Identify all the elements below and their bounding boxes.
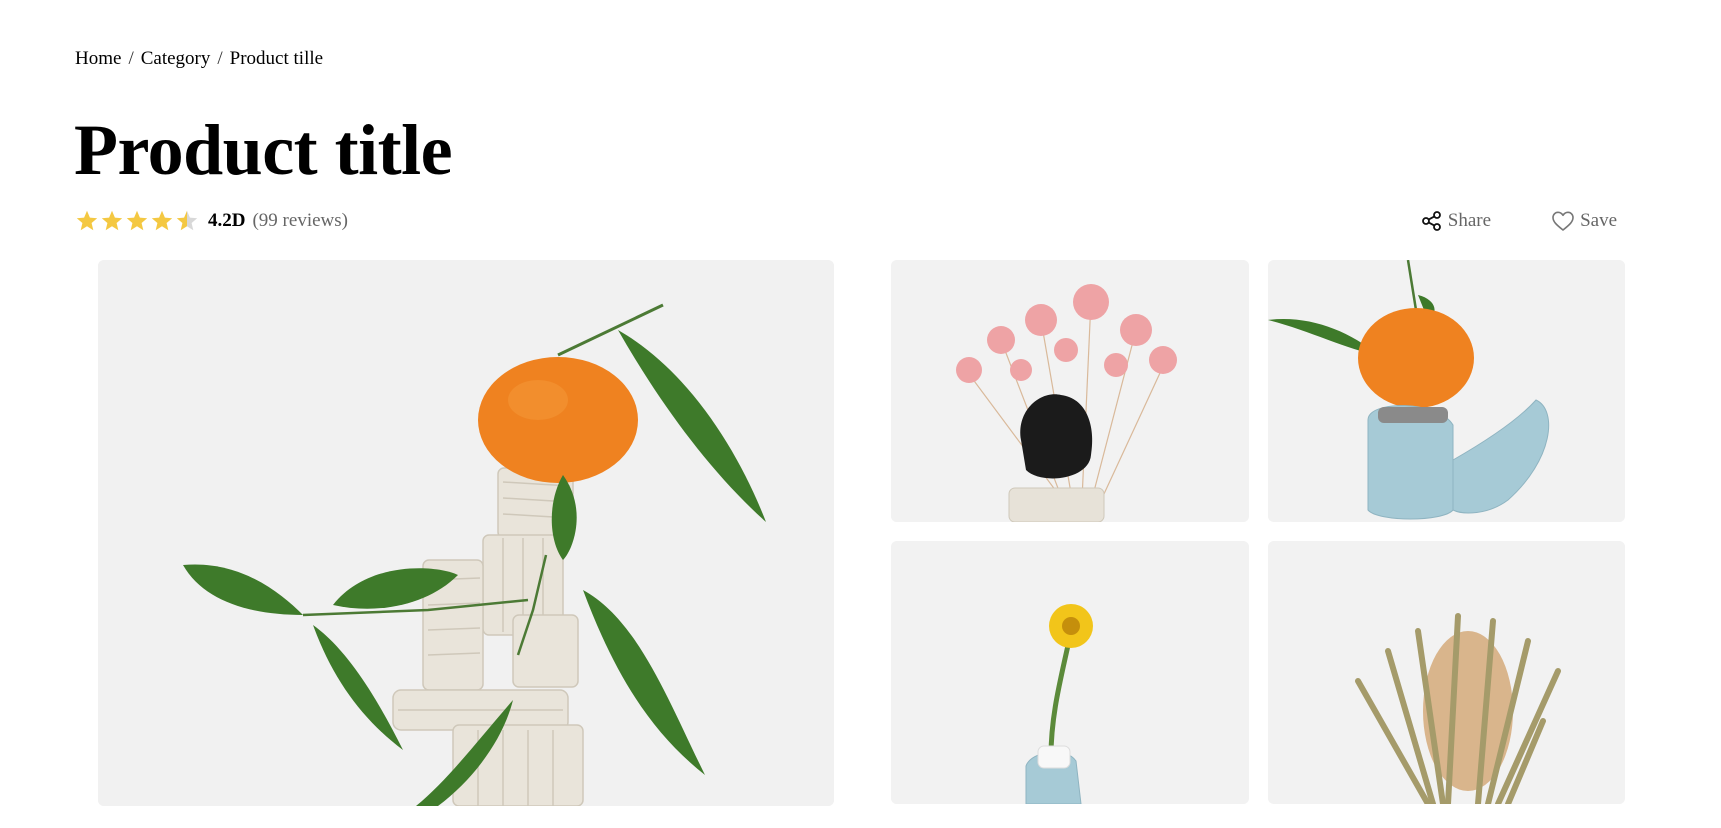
heart-icon [1551, 210, 1575, 232]
star-icon [151, 210, 173, 231]
star-icon [176, 210, 198, 231]
gallery-image-thumb-3[interactable] [891, 541, 1249, 804]
share-label: Share [1447, 210, 1492, 231]
rating-summary: 4.2D (99 reviews) [75, 206, 348, 236]
review-count-link[interactable]: (99 reviews) [252, 210, 348, 232]
breadcrumb-category-link[interactable]: Category [141, 48, 211, 70]
star-icon [126, 210, 148, 231]
star-icon [101, 210, 123, 231]
gallery-image-thumb-1[interactable] [891, 260, 1249, 522]
product-actions: Share Save [1421, 206, 1617, 236]
breadcrumb-home-link[interactable]: Home [75, 48, 121, 70]
breadcrumb: Home / Category / Product tille [75, 48, 323, 70]
gallery-image-main[interactable] [98, 260, 834, 806]
gallery-image-thumb-2[interactable] [1268, 260, 1625, 522]
breadcrumb-separator: / [128, 48, 134, 69]
breadcrumb-separator: / [217, 48, 223, 69]
gallery-image-thumb-4[interactable] [1268, 541, 1625, 804]
star-icon [76, 210, 98, 231]
save-label: Save [1580, 210, 1617, 231]
breadcrumb-current: Product tille [229, 48, 324, 69]
page-title: Product title [74, 110, 453, 190]
rating-value: 4.2D [208, 210, 246, 231]
save-button[interactable]: Save [1551, 210, 1617, 232]
star-rating [75, 209, 199, 233]
share-icon [1421, 210, 1443, 232]
share-button[interactable]: Share [1421, 210, 1491, 232]
